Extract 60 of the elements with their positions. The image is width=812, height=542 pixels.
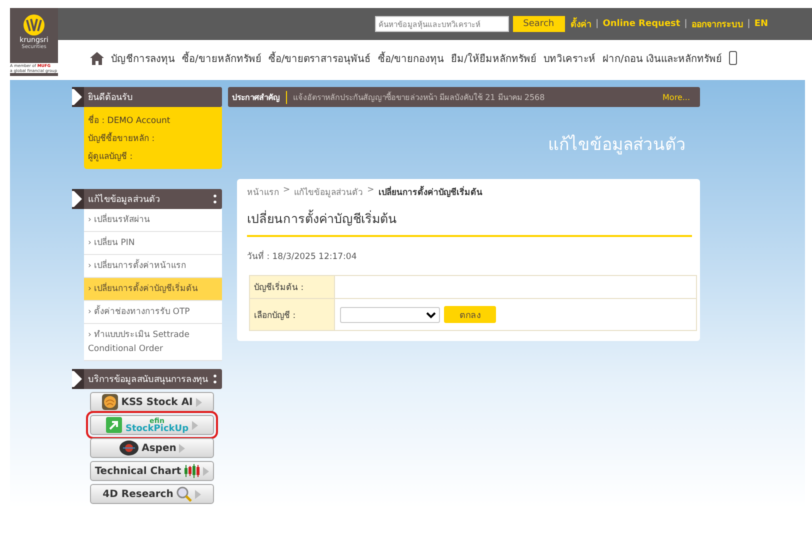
breadcrumb-link[interactable]: แก้ไขข้อมูลส่วนตัว — [294, 185, 364, 199]
date-text: วันที่ : 18/3/2025 12:17:04 — [247, 249, 358, 263]
mobile-phone-icon — [729, 51, 738, 65]
breadcrumb-separator: > — [367, 185, 374, 197]
caret-icon — [179, 444, 186, 452]
service-button[interactable]: Aspen — [90, 438, 214, 458]
field-label: บัญชีเริ่มต้น : — [250, 276, 334, 298]
breadcrumb-separator: > — [283, 185, 290, 197]
account-select[interactable] — [340, 306, 440, 322]
announcement-text[interactable]: แจ้งอัตราหลักประกันสัญญาซื้อขายล่วงหน้า มีผลบังคับใช้ 21 มีนาคม 2568 — [293, 90, 663, 104]
caret-icon — [203, 466, 210, 476]
logo-mark-icon — [21, 14, 47, 36]
account-info-line: ผู้ดูแลบัญชี : — [88, 150, 134, 163]
chevron-icon — [72, 87, 84, 107]
page-title: เปลี่ยนการตั้งค่าบัญชีเริ่มต้น — [247, 199, 692, 237]
header-link[interactable]: EN — [754, 19, 768, 29]
menu-item[interactable]: › เปลี่ยน PIN — [84, 232, 222, 255]
magnifier-icon — [176, 486, 192, 502]
service-button[interactable]: KSS Stock AI — [90, 392, 214, 412]
caret-icon — [195, 490, 202, 498]
service-button[interactable]: Technical Chart — [90, 461, 214, 481]
more-link[interactable]: More... — [662, 92, 690, 102]
home-icon — [90, 52, 104, 64]
separator: | — [747, 19, 750, 29]
nav-item[interactable]: ซื้อ/ขายตราสารอนุพันธ์ — [268, 50, 371, 66]
account-info-line: บัญชีซื้อขายหลัก : — [88, 131, 156, 145]
banner-title: แก้ไขข้อมูลส่วนตัว — [548, 134, 686, 156]
header-link[interactable]: Online Request — [602, 19, 680, 29]
nav-item[interactable]: ฝาก/ถอน เงินและหลักทรัพย์ — [602, 50, 722, 66]
separator: | — [684, 19, 688, 29]
field-label: เลือกบัญชี : — [250, 298, 334, 330]
nav-item[interactable]: ซื้อ/ขายหลักทรัพย์ — [182, 50, 262, 66]
caret-icon — [196, 398, 202, 406]
search-button[interactable]: Search — [512, 16, 565, 32]
chevron-icon — [72, 189, 84, 209]
header-link[interactable]: ออกจากระบบ — [691, 17, 744, 31]
nav-item[interactable]: บทวิเคราะห์ — [544, 50, 596, 66]
breadcrumb-current: เปลี่ยนการตั้งค่าบัญชีเริ่มต้น — [378, 185, 482, 199]
caret-icon — [192, 420, 198, 430]
breadcrumb-link[interactable]: หน้าแรก — [247, 185, 279, 199]
menu-item[interactable]: › ตั้งค่าช่องทางการรับ OTP — [84, 301, 222, 324]
nav-item[interactable]: ซื้อ/ขายกองทุน — [378, 50, 444, 66]
section-title: แก้ไขข้อมูลส่วนตัว — [88, 193, 161, 206]
separator: | — [596, 19, 599, 29]
service-button[interactable]: 4D Research — [90, 484, 214, 504]
menu-icon — [213, 374, 217, 384]
menu-item[interactable]: › ทำแบบประเมิน Settrade Conditional Order — [84, 324, 222, 361]
candlestick-icon — [184, 464, 200, 478]
section-title: บริการข้อมูลสนับสนุนการลงทุน — [88, 374, 209, 386]
submit-button[interactable]: ตกลง — [444, 306, 496, 323]
menu-item[interactable]: › เปลี่ยนรหัสผ่าน — [84, 209, 222, 232]
account-info-line: ชื่อ : DEMO Account — [88, 113, 172, 127]
menu-icon — [213, 194, 217, 204]
chevron-icon — [72, 369, 84, 389]
announcement-label: ประกาศสำคัญ — [232, 90, 287, 104]
section-title: ยินดีต้อนรับ — [88, 92, 134, 104]
nav-item[interactable]: ยืม/ให้ยืมหลักทรัพย์ — [451, 50, 536, 66]
header-link[interactable]: ตั้งค่า — [570, 17, 592, 31]
nav-item[interactable]: บัญชีการลงทุน — [111, 50, 175, 66]
menu-item[interactable]: › เปลี่ยนการตั้งค่าบัญชีเริ่มต้น — [84, 278, 222, 301]
